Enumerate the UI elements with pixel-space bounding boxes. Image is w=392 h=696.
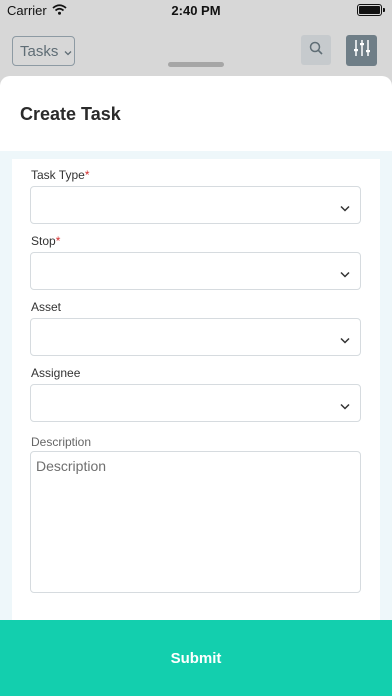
tasks-dropdown-label: Tasks	[20, 42, 59, 60]
battery-icon	[357, 4, 385, 16]
stop-select[interactable]	[30, 252, 361, 290]
submit-button[interactable]: Submit	[0, 620, 392, 696]
create-task-sheet: Create Task Task Type* Stop* Asset Assig…	[0, 76, 392, 696]
filter-sliders-icon	[352, 38, 372, 63]
form-area: Task Type* Stop* Asset Assignee Descript…	[0, 151, 392, 696]
status-bar: Carrier 2:40 PM	[0, 0, 392, 20]
chevron-down-icon	[340, 265, 350, 283]
task-type-label: Task Type*	[31, 168, 89, 182]
chevron-down-icon	[340, 331, 350, 349]
stop-label-text: Stop	[31, 234, 56, 248]
asset-select[interactable]	[30, 318, 361, 356]
task-type-label-text: Task Type	[31, 168, 85, 182]
chevron-down-icon	[340, 199, 350, 217]
chevron-down-icon	[340, 397, 350, 415]
task-type-select[interactable]	[30, 186, 361, 224]
clock: 2:40 PM	[171, 3, 221, 18]
required-mark: *	[84, 168, 90, 182]
app-header: Tasks	[0, 20, 392, 78]
stop-label: Stop*	[31, 234, 60, 248]
search-icon	[309, 41, 323, 60]
description-label: Description	[31, 435, 92, 449]
required-mark: *	[55, 234, 61, 248]
chevron-down-icon	[64, 43, 72, 60]
description-textarea[interactable]: Description	[30, 451, 361, 593]
tasks-dropdown[interactable]: Tasks	[12, 36, 75, 66]
form-card: Task Type* Stop* Asset Assignee Descript…	[12, 159, 380, 696]
assignee-label: Assignee	[31, 366, 81, 380]
asset-label: Asset	[31, 300, 62, 314]
sheet-title: Create Task	[20, 104, 121, 124]
filter-button[interactable]	[346, 35, 377, 66]
assignee-select[interactable]	[30, 384, 361, 422]
search-button[interactable]	[301, 35, 331, 65]
sheet-grabber[interactable]	[168, 62, 224, 67]
